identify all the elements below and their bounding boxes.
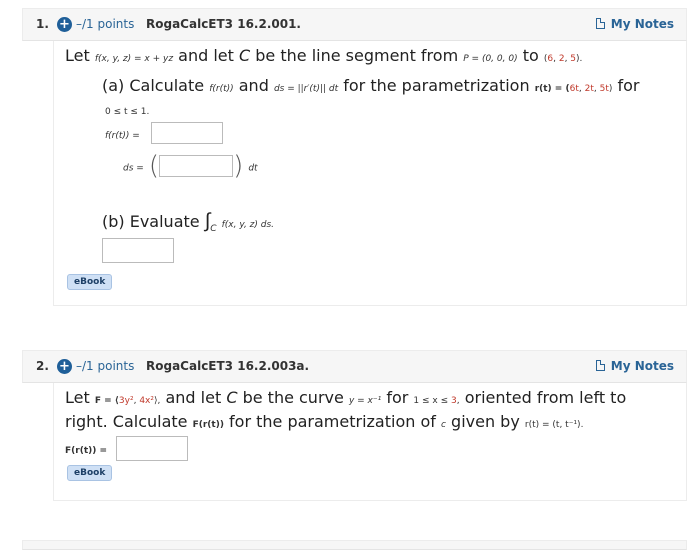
parametrization: r(t) = (t, t⁻¹).: [524, 420, 584, 430]
question-number: 2.: [36, 359, 49, 373]
plus-circle-icon[interactable]: +: [57, 17, 72, 32]
text: and let: [178, 46, 234, 65]
end-point: (6, 2, 5).: [543, 54, 583, 64]
f-r-label: f(r(t)) =: [105, 130, 140, 141]
F-r-input[interactable]: [116, 436, 189, 461]
answer-row: F(r(t)) =: [65, 436, 189, 461]
start-point: P = (0, 0, 0): [463, 54, 518, 64]
integral-input[interactable]: [102, 238, 174, 263]
points-label: –/1 points: [76, 359, 135, 373]
text: be the line segment from: [255, 46, 459, 65]
text: Let: [65, 46, 90, 65]
ebook-button[interactable]: eBook: [67, 465, 113, 481]
composition-expression: F(r(t)): [192, 420, 224, 430]
parametrization: r(t) = (6t, 2t, 5t): [534, 84, 613, 94]
text: Let: [65, 388, 90, 407]
f-r-answer-row: f(r(t)) =: [105, 122, 223, 144]
note-document-icon: [595, 360, 605, 371]
text: and: [238, 76, 269, 95]
question-2-line-2: right. Calculate F(r(t)) for the paramet…: [65, 412, 583, 431]
text: to: [522, 46, 539, 65]
my-notes-button[interactable]: My Notes: [595, 359, 674, 373]
question-number: 1.: [36, 17, 49, 31]
ds-label: ds =: [123, 163, 144, 174]
text: oriented from left to: [464, 388, 627, 407]
left-paren: (: [148, 151, 160, 181]
composition-expression: f(r(t)): [209, 84, 234, 94]
f-r-input[interactable]: [150, 122, 223, 144]
question-1-body: Let f(x, y, z) = x + yz and let C be the…: [53, 41, 687, 306]
integrand: f(x, y, z) ds.: [221, 220, 275, 230]
my-notes-label: My Notes: [610, 17, 674, 31]
question-source: RogaCalcET3 16.2.003a.: [146, 359, 310, 373]
ds-answer-row: ds = () dt: [123, 151, 258, 181]
ebook-button[interactable]: eBook: [67, 274, 113, 290]
question-1-header: 1. + –/1 points RogaCalcET3 16.2.001. My…: [22, 8, 687, 41]
text: right. Calculate: [65, 412, 188, 431]
text: and let: [165, 388, 222, 407]
integral-subscript: C: [210, 224, 217, 235]
vector-field: F = ⟨3y², 4x²⟩,: [94, 396, 161, 406]
question-source: RogaCalcET3 16.2.001.: [146, 17, 301, 31]
x-range: 1 ≤ x ≤ 3,: [413, 396, 460, 406]
curve-symbol: C: [226, 388, 238, 407]
function-definition: f(x, y, z) = x + yz: [94, 54, 174, 64]
question-1-intro: Let f(x, y, z) = x + yz and let C be the…: [65, 46, 582, 65]
ds-input[interactable]: [159, 155, 234, 177]
part-b-answer-row: [102, 238, 174, 263]
text: for: [386, 388, 409, 407]
text: for the parametrization: [343, 76, 530, 95]
text: (a) Calculate: [102, 76, 205, 95]
my-notes-label: My Notes: [610, 359, 674, 373]
text: be the curve: [242, 388, 344, 407]
curve-symbol-small: c: [440, 420, 446, 430]
question-2-header: 2. + –/1 points RogaCalcET3 16.2.003a. M…: [22, 350, 687, 383]
question-3-header: [22, 540, 687, 550]
dt-label: dt: [248, 163, 258, 174]
text: for: [617, 76, 640, 95]
part-a-prompt: (a) Calculate f(r(t)) and ds = ||r′(t)||…: [102, 76, 639, 95]
answer-label: F(r(t)) =: [65, 446, 108, 456]
part-b-prompt: (b) Evaluate ∫C f(x, y, z) ds.: [102, 208, 274, 234]
points-label: –/1 points: [76, 17, 135, 31]
text: given by: [451, 412, 520, 431]
question-2-line-1: Let F = ⟨3y², 4x²⟩, and let C be the cur…: [65, 388, 626, 407]
text: for the parametrization of: [229, 412, 436, 431]
curve-equation: y = x⁻¹: [348, 396, 382, 406]
right-paren: ): [233, 151, 244, 181]
question-2-body: Let F = ⟨3y², 4x²⟩, and let C be the cur…: [53, 383, 687, 501]
parameter-range: 0 ≤ t ≤ 1.: [105, 107, 150, 117]
ds-expression: ds = ||r′(t)|| dt: [273, 84, 339, 94]
curve-symbol: C: [239, 46, 251, 65]
note-document-icon: [595, 18, 605, 29]
text: (b) Evaluate: [102, 212, 200, 231]
my-notes-button[interactable]: My Notes: [595, 17, 674, 31]
plus-circle-icon[interactable]: +: [57, 359, 72, 374]
